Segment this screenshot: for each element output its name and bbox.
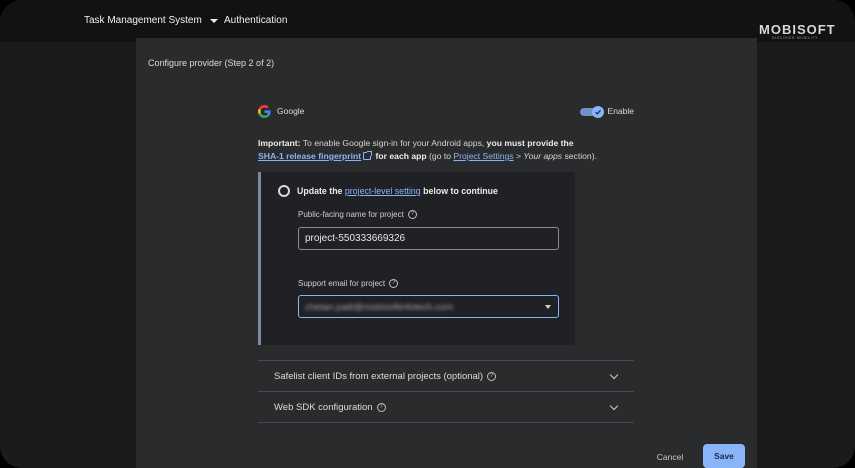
provider-name: Google [277, 106, 305, 116]
project-settings-card: Update the project-level setting below t… [258, 172, 575, 345]
help-icon[interactable]: ? [376, 403, 386, 412]
support-email-label: Support email for project ? [298, 279, 399, 288]
notice-text-3: > [513, 151, 524, 161]
your-apps-text: Your apps [523, 151, 563, 161]
help-icon[interactable]: ? [389, 279, 399, 288]
public-name-label: Public-facing name for project ? [298, 210, 417, 219]
gear-icon [278, 185, 290, 197]
project-name: Task Management System [84, 15, 202, 26]
chevron-down-icon [609, 370, 619, 380]
safelist-label: Safelist client IDs from external projec… [274, 371, 497, 382]
card-header: Update the project-level setting below t… [278, 185, 498, 197]
support-email-label-text: Support email for project [298, 279, 386, 288]
enable-toggle[interactable] [580, 106, 604, 118]
external-link-icon [363, 151, 373, 160]
help-icon[interactable]: ? [487, 372, 497, 381]
dialog-title: Configure provider (Step 2 of 2) [148, 58, 275, 68]
enable-label: Enable [607, 106, 634, 116]
help-icon[interactable]: ? [407, 210, 417, 219]
project-settings-link[interactable]: Project Settings [453, 151, 513, 161]
notice-text: To enable Google sign-in for your Androi… [300, 138, 487, 148]
top-bar: Task Management System Authentication MO… [0, 0, 855, 42]
save-button[interactable]: Save [703, 444, 745, 468]
card-header-prefix: Update the [297, 186, 345, 196]
notice-bold-2: for each app [373, 151, 427, 161]
card-header-text: Update the project-level setting below t… [297, 186, 498, 196]
mobisoft-logo: MOBISOFT DISCOVER MOBILITY [759, 22, 836, 40]
support-email-value: chetan.patil@mobisoftinfotech.com [305, 302, 453, 313]
screen-frame: Task Management System Authentication MO… [0, 0, 855, 468]
configure-provider-dialog: Configure provider (Step 2 of 2) Google … [136, 38, 757, 468]
cancel-button[interactable]: Cancel [648, 445, 692, 468]
card-header-suffix: below to continue [420, 186, 498, 196]
safelist-accordion[interactable]: Safelist client IDs from external projec… [258, 360, 634, 392]
notice-text-2: (go to [426, 151, 454, 161]
support-email-select[interactable]: chetan.patil@mobisoftinfotech.com [298, 295, 559, 318]
important-lead: Important: [258, 138, 301, 148]
dropdown-arrow-icon [545, 305, 551, 309]
logo-brand: MOBISOFT [759, 22, 836, 37]
google-icon [258, 105, 271, 118]
breadcrumb-authentication[interactable]: Authentication [224, 15, 287, 26]
web-sdk-label-text: Web SDK configuration [274, 402, 373, 413]
caret-down-icon [209, 18, 218, 23]
checkmark-icon [592, 106, 604, 118]
important-notice: Important: To enable Google sign-in for … [258, 137, 638, 163]
project-level-setting-link[interactable]: project-level setting [345, 186, 421, 196]
notice-bold: you must provide the [486, 138, 574, 148]
web-sdk-label: Web SDK configuration ? [274, 402, 386, 413]
project-selector[interactable]: Task Management System [84, 15, 218, 26]
provider-row: Google Enable [258, 104, 634, 120]
safelist-label-text: Safelist client IDs from external projec… [274, 371, 484, 382]
sha1-fingerprint-link[interactable]: SHA-1 release fingerprint [258, 151, 361, 161]
public-name-label-text: Public-facing name for project [298, 210, 404, 219]
notice-text-4: section). [562, 151, 597, 161]
public-name-input[interactable] [298, 227, 559, 250]
web-sdk-accordion[interactable]: Web SDK configuration ? [258, 391, 634, 423]
chevron-down-icon [609, 401, 619, 411]
